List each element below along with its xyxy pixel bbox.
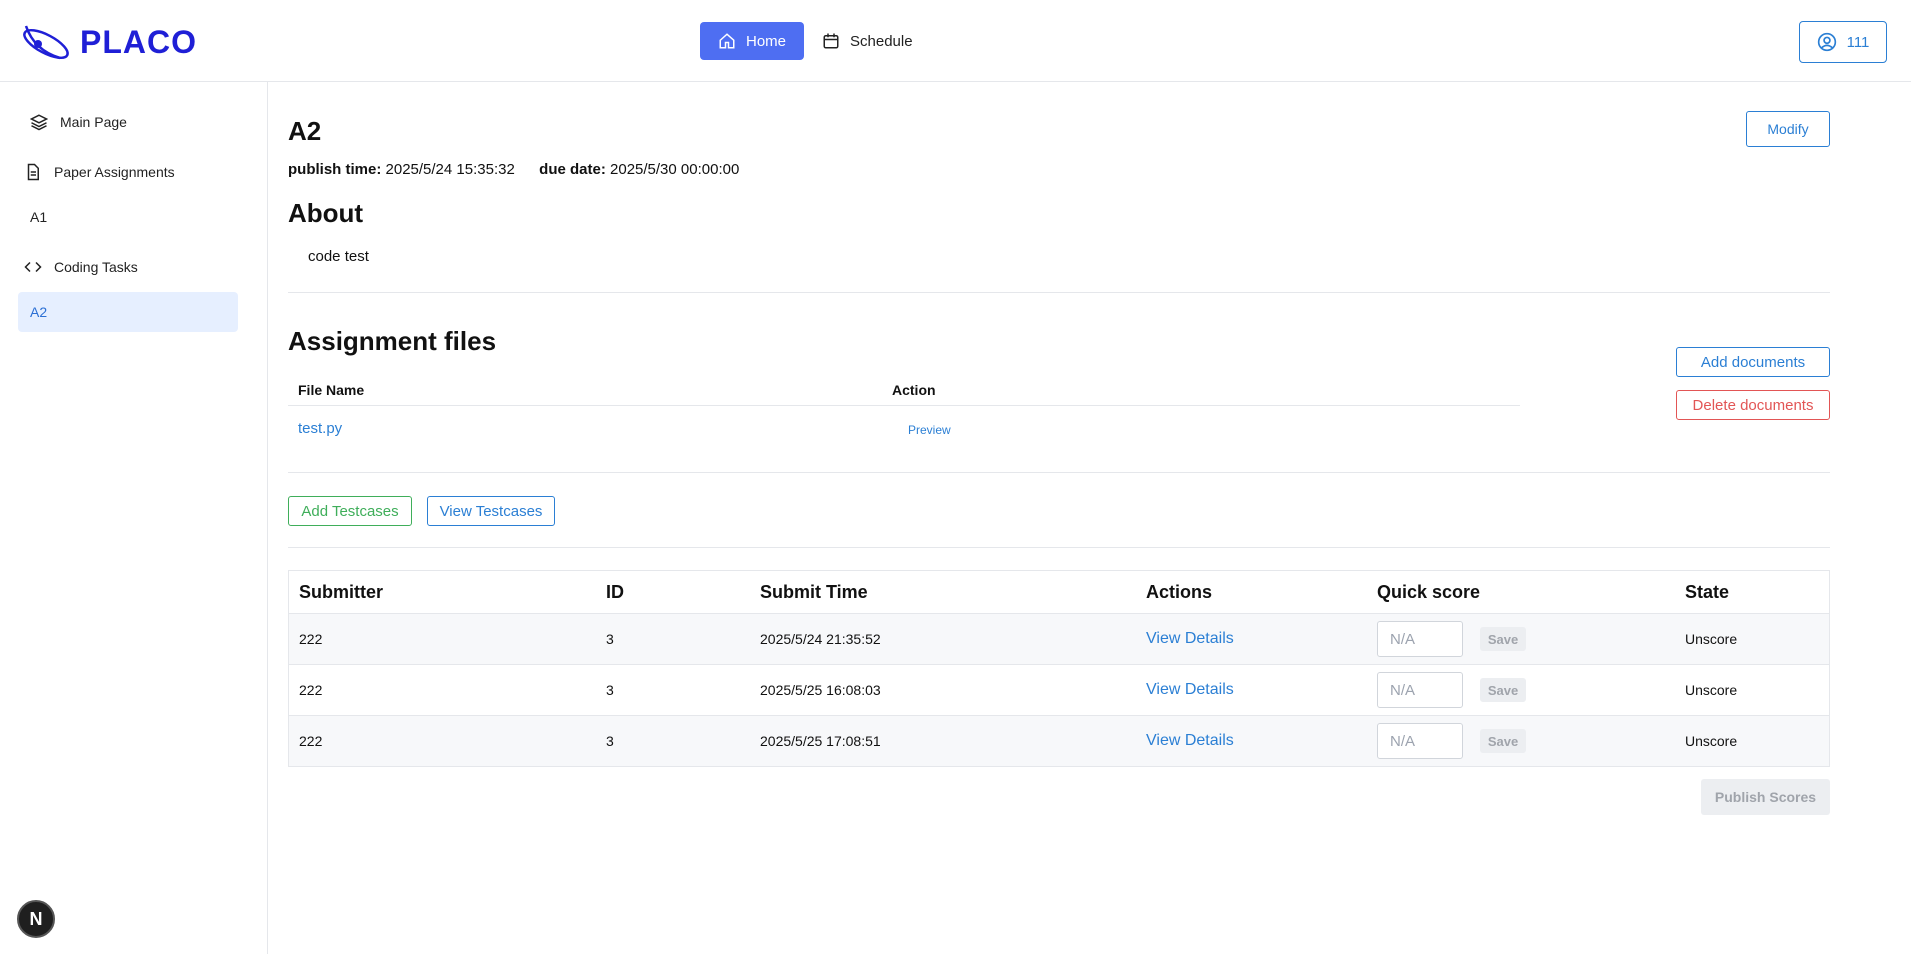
document-icon bbox=[27, 163, 39, 181]
state-cell: Unscore bbox=[1685, 631, 1738, 647]
sidebar-item-label: A2 bbox=[30, 304, 48, 320]
assignment-files-heading: Assignment files bbox=[288, 326, 497, 356]
code-icon bbox=[24, 261, 42, 273]
add-testcases-button[interactable]: Add Testcases bbox=[288, 496, 412, 526]
view-details-link[interactable]: View Details bbox=[1146, 716, 1234, 766]
save-score-button[interactable]: Save bbox=[1480, 627, 1526, 651]
quick-score-input[interactable]: N/A bbox=[1377, 723, 1463, 759]
calendar-icon bbox=[823, 33, 839, 49]
modify-button[interactable]: Modify bbox=[1746, 111, 1830, 147]
sidebar: Main Page Paper Assignments A1 Coding Ta… bbox=[0, 82, 268, 954]
submitter-header: Submitter bbox=[299, 581, 384, 602]
main-nav: Home Schedule bbox=[700, 22, 931, 60]
top-header: PLACO Home Schedule 111 bbox=[0, 0, 1911, 82]
sidebar-item-label: Main Page bbox=[60, 114, 127, 130]
table-row: 222 3 2025/5/25 16:08:03 View Details N/… bbox=[289, 664, 1829, 715]
files-table-header: File Name Action bbox=[288, 372, 1520, 406]
save-score-button[interactable]: Save bbox=[1480, 678, 1526, 702]
sidebar-item-paper-assignments[interactable]: Paper Assignments bbox=[18, 152, 238, 192]
submitter-cell: 222 bbox=[299, 631, 323, 647]
quick-score-cell: N/A Save bbox=[1377, 614, 1526, 664]
publish-time-label: publish time: bbox=[288, 161, 382, 178]
sidebar-item-coding-tasks[interactable]: Coding Tasks bbox=[18, 247, 238, 287]
submit-time-cell: 2025/5/25 17:08:51 bbox=[760, 733, 881, 749]
table-row: 222 3 2025/5/24 21:35:52 View Details N/… bbox=[289, 613, 1829, 664]
about-heading: About bbox=[288, 198, 364, 228]
due-date-value: 2025/5/30 00:00:00 bbox=[610, 161, 740, 178]
about-text: code test bbox=[308, 248, 369, 265]
nav-home-label: Home bbox=[746, 32, 787, 50]
sidebar-item-a2[interactable]: A2 bbox=[18, 292, 238, 332]
quick-score-cell: N/A Save bbox=[1377, 665, 1526, 715]
submissions-table: Submitter ID Submit Time Actions Quick s… bbox=[288, 570, 1830, 767]
sidebar-item-label: Coding Tasks bbox=[54, 259, 138, 275]
user-menu-button[interactable]: 111 bbox=[1799, 21, 1887, 63]
publish-time-value: 2025/5/24 15:35:32 bbox=[385, 161, 515, 178]
delete-documents-button[interactable]: Delete documents bbox=[1676, 390, 1830, 420]
id-cell: 3 bbox=[606, 631, 614, 647]
quick-score-cell: N/A Save bbox=[1377, 716, 1526, 766]
state-cell: Unscore bbox=[1685, 682, 1738, 698]
layers-icon bbox=[30, 114, 48, 131]
table-row: test.py Preview bbox=[288, 406, 1520, 454]
user-circle-icon bbox=[1817, 32, 1836, 52]
add-documents-button[interactable]: Add documents bbox=[1676, 347, 1830, 377]
sidebar-item-a1[interactable]: A1 bbox=[18, 197, 238, 237]
quick-score-header: Quick score bbox=[1377, 581, 1481, 602]
submit-time-cell: 2025/5/24 21:35:52 bbox=[760, 631, 881, 647]
state-cell: Unscore bbox=[1685, 733, 1738, 749]
orbit-logo-icon bbox=[23, 25, 69, 60]
actions-header: Actions bbox=[1146, 581, 1213, 602]
view-testcases-button[interactable]: View Testcases bbox=[427, 496, 555, 526]
table-row: 222 3 2025/5/25 17:08:51 View Details N/… bbox=[289, 715, 1829, 766]
app-name: PLACO bbox=[80, 23, 197, 60]
nav-schedule-label: Schedule bbox=[850, 32, 913, 50]
submissions-table-header: Submitter ID Submit Time Actions Quick s… bbox=[289, 571, 1829, 613]
divider bbox=[288, 547, 1830, 548]
home-icon bbox=[719, 33, 735, 49]
nav-home-button[interactable]: Home bbox=[700, 22, 805, 60]
publish-scores-button[interactable]: Publish Scores bbox=[1701, 779, 1830, 815]
action-header: Action bbox=[892, 382, 936, 398]
id-header: ID bbox=[606, 581, 624, 602]
page-title: A2 bbox=[288, 116, 322, 146]
file-link[interactable]: test.py bbox=[298, 420, 342, 437]
submit-time-header: Submit Time bbox=[760, 581, 868, 602]
state-header: State bbox=[1685, 581, 1730, 602]
view-details-link[interactable]: View Details bbox=[1146, 614, 1234, 664]
divider bbox=[288, 292, 1830, 293]
view-details-link[interactable]: View Details bbox=[1146, 665, 1234, 715]
user-label: 111 bbox=[1846, 33, 1870, 51]
save-score-button[interactable]: Save bbox=[1480, 729, 1526, 753]
submit-time-cell: 2025/5/25 16:08:03 bbox=[760, 682, 881, 698]
submitter-cell: 222 bbox=[299, 682, 323, 698]
sidebar-item-label: A1 bbox=[30, 209, 48, 225]
id-cell: 3 bbox=[606, 733, 614, 749]
quick-score-input[interactable]: N/A bbox=[1377, 621, 1463, 657]
due-date-label: due date: bbox=[539, 161, 606, 178]
divider bbox=[288, 472, 1830, 473]
id-cell: 3 bbox=[606, 682, 614, 698]
nav-schedule-button[interactable]: Schedule bbox=[804, 22, 931, 60]
sidebar-item-main-page[interactable]: Main Page bbox=[18, 102, 238, 142]
files-table: File Name Action test.py Preview bbox=[288, 372, 1520, 454]
next-badge-icon[interactable]: N bbox=[17, 900, 55, 938]
file-name-header: File Name bbox=[298, 382, 365, 398]
sidebar-item-label: Paper Assignments bbox=[54, 164, 175, 180]
submitter-cell: 222 bbox=[299, 733, 323, 749]
app-logo[interactable]: PLACO bbox=[20, 20, 197, 64]
quick-score-input[interactable]: N/A bbox=[1377, 672, 1463, 708]
preview-link[interactable]: Preview bbox=[908, 423, 951, 437]
assignment-meta: publish time: 2025/5/24 15:35:32 due dat… bbox=[288, 161, 739, 178]
